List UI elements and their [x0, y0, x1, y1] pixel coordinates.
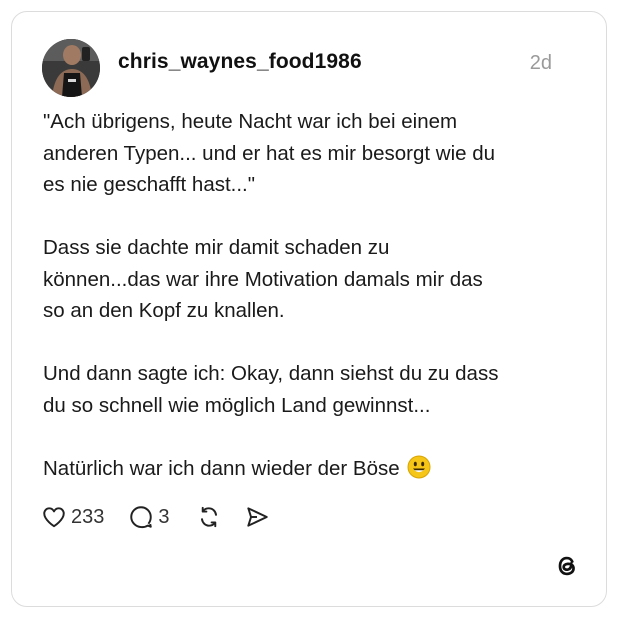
send-icon [244, 504, 270, 530]
comment-bubble-icon [128, 504, 154, 530]
smiling-face-emoji [407, 455, 431, 489]
post-paragraph: "Ach übrigens, heute Nacht war ich bei e… [43, 110, 496, 196]
action-bar: 233 3 [41, 502, 270, 532]
repost-icon [196, 504, 222, 530]
reply-button[interactable]: 3 [128, 504, 170, 530]
post-body: "Ach übrigens, heute Nacht war ich bei e… [43, 106, 563, 488]
threads-logo-icon[interactable] [553, 552, 581, 580]
repost-button[interactable] [196, 504, 222, 530]
avatar-photo [42, 39, 100, 97]
username[interactable]: chris_waynes_food1986 [118, 50, 362, 74]
like-count: 233 [71, 505, 105, 528]
post-timestamp: 2d [529, 52, 552, 74]
avatar[interactable] [42, 39, 100, 97]
heart-icon [41, 504, 67, 530]
share-button[interactable] [244, 504, 270, 530]
post-paragraph: Dass sie dachte mir damit schaden zu kön… [43, 236, 483, 322]
post-paragraph-text: Natürlich war ich dann wieder der Böse [43, 456, 400, 480]
like-button[interactable]: 233 [41, 504, 104, 530]
post-paragraph-last: Natürlich war ich dann wieder der Böse [43, 453, 563, 489]
post-card: chris_waynes_food1986 2d "Ach übrigens, … [11, 11, 607, 607]
post-paragraph: Und dann sagte ich: Okay, dann siehst du… [43, 362, 499, 417]
reply-count: 3 [158, 505, 170, 528]
